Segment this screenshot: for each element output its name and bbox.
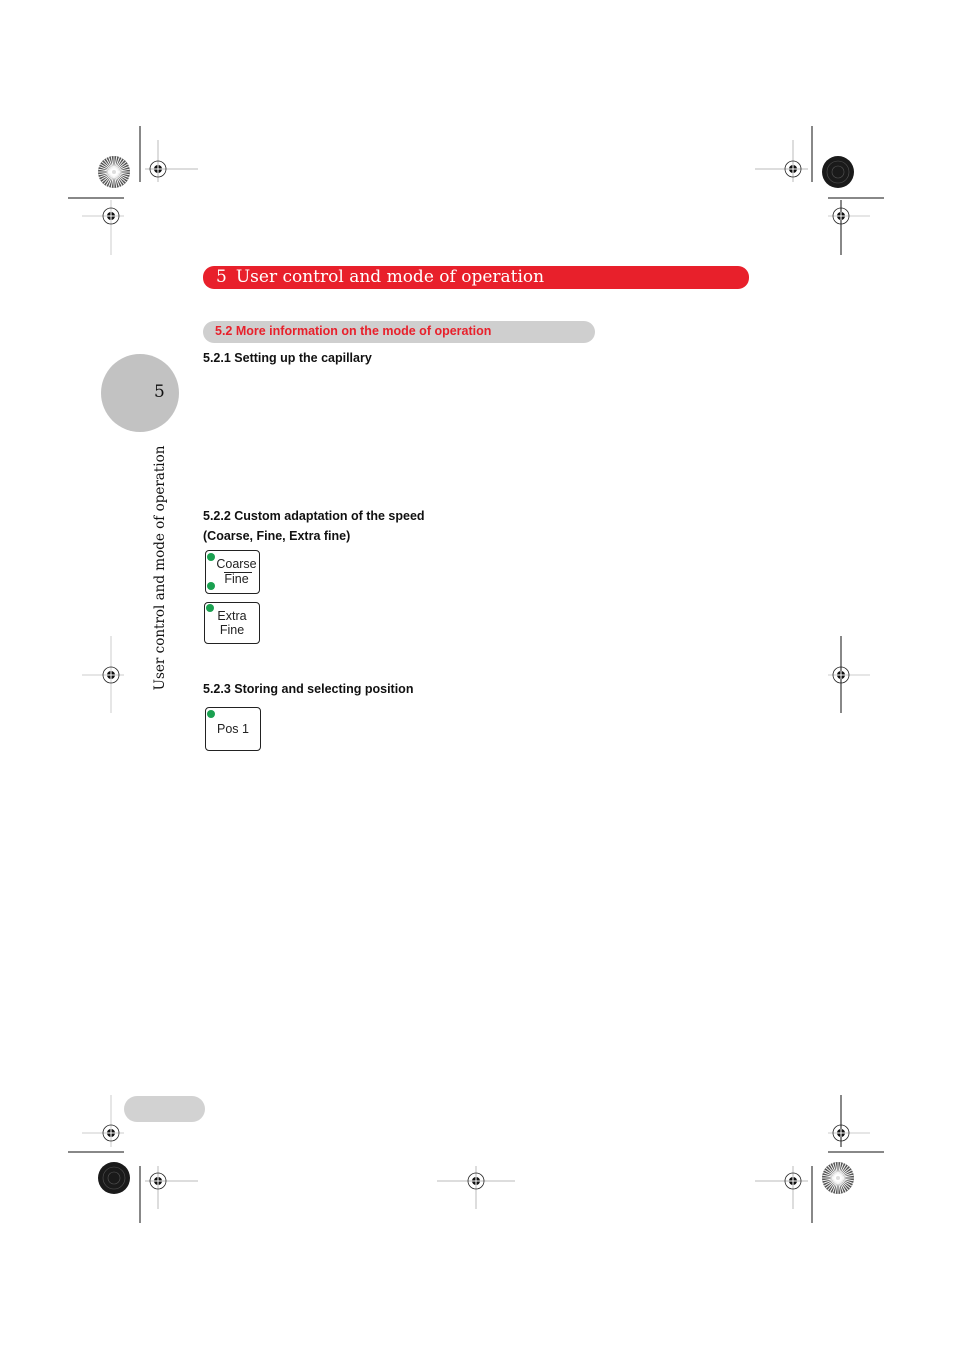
- registration-mark-top-left-2: [82, 200, 124, 255]
- registration-mark-top-right-1: [755, 140, 808, 182]
- registration-mark-bottom-center: [437, 1166, 515, 1209]
- registration-mark-bottom-left-2: [145, 1166, 198, 1209]
- registration-mark-bottom-right-2: [755, 1166, 808, 1209]
- print-marks: [68, 126, 884, 1223]
- registration-mark-bottom-left-1: [82, 1095, 124, 1147]
- target-mark-bottom-left: [98, 1162, 130, 1194]
- registration-mark-top-left-1: [145, 140, 198, 182]
- registration-mark-bottom-right-1: [828, 1095, 870, 1147]
- registration-mark-top-right-2: [828, 200, 870, 255]
- registration-mark-mid-left: [82, 636, 124, 713]
- registration-mark-mid-right: [828, 636, 870, 713]
- target-mark-top-right: [822, 156, 854, 188]
- starburst-mark-top-left: [98, 156, 130, 188]
- starburst-mark-bottom-right: [822, 1162, 854, 1194]
